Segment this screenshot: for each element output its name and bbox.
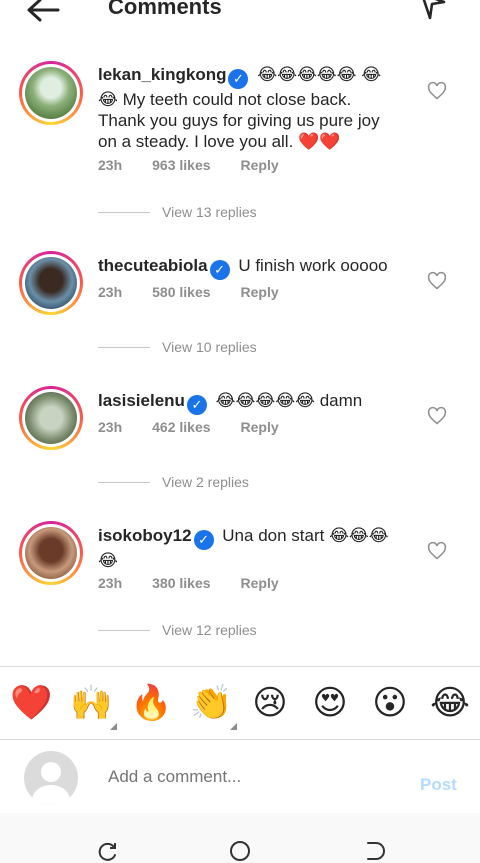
skin-tone-indicator-icon bbox=[110, 723, 117, 730]
verified-badge-icon: ✓ bbox=[193, 530, 214, 550]
default-user-icon bbox=[41, 762, 61, 782]
system-nav-bar bbox=[0, 813, 480, 863]
recent-apps-icon[interactable] bbox=[96, 839, 120, 863]
emoji-laughing-button[interactable]: 😂 bbox=[430, 683, 470, 723]
like-count[interactable]: 580 likes bbox=[152, 284, 210, 300]
divider bbox=[98, 211, 150, 213]
divider bbox=[98, 481, 150, 483]
reply-button[interactable]: Reply bbox=[241, 575, 279, 591]
comment-text: isokoboy12 ✓ Una don start 😂😂😂 😂 bbox=[98, 526, 389, 570]
comment-input[interactable] bbox=[108, 767, 398, 787]
comment-text: thecuteabiola ✓ U finish work ooooo bbox=[98, 255, 398, 280]
verified-badge-icon: ✓ bbox=[209, 260, 230, 280]
timestamp: 23h bbox=[98, 284, 123, 300]
comment-meta: 23h 462 likes Reply bbox=[98, 419, 279, 435]
quick-emoji-bar: ❤️ 🙌 🔥 👏 😢 😍 😮 😂 bbox=[0, 666, 480, 740]
back-arrow-icon[interactable] bbox=[24, 0, 60, 24]
view-replies-button[interactable]: View 10 replies bbox=[98, 339, 257, 355]
page-title: Comments bbox=[108, 0, 222, 19]
view-replies-button[interactable]: View 12 replies bbox=[98, 622, 257, 638]
emoji-surprised-button[interactable]: 😮 bbox=[370, 683, 410, 723]
avatar[interactable] bbox=[19, 386, 83, 450]
like-heart-icon[interactable] bbox=[427, 81, 447, 101]
divider bbox=[98, 629, 150, 631]
emoji-heart-button[interactable]: ❤️ bbox=[10, 683, 52, 723]
send-direct-icon[interactable] bbox=[418, 0, 448, 22]
timestamp: 23h bbox=[98, 419, 123, 435]
username[interactable]: thecuteabiola bbox=[98, 256, 208, 275]
emoji-heart-eyes-button[interactable]: 😍 bbox=[310, 683, 350, 723]
comment-meta: 23h 580 likes Reply bbox=[98, 284, 279, 300]
verified-badge-icon: ✓ bbox=[186, 395, 207, 415]
username[interactable]: lasisielenu bbox=[98, 391, 185, 410]
timestamp: 23h bbox=[98, 575, 123, 591]
top-bar: Comments bbox=[0, 0, 480, 28]
like-count[interactable]: 462 likes bbox=[152, 419, 210, 435]
view-replies-button[interactable]: View 2 replies bbox=[98, 474, 249, 490]
like-heart-icon[interactable] bbox=[427, 271, 447, 291]
reply-button[interactable]: Reply bbox=[241, 284, 279, 300]
view-replies-button[interactable]: View 13 replies bbox=[98, 204, 257, 220]
verified-badge-icon: ✓ bbox=[228, 69, 249, 89]
comment-meta: 23h 963 likes Reply bbox=[98, 157, 279, 173]
like-heart-icon[interactable] bbox=[427, 406, 447, 426]
my-avatar bbox=[24, 751, 78, 805]
avatar[interactable] bbox=[19, 61, 83, 125]
emoji-clap-button[interactable]: 👏 bbox=[190, 683, 232, 723]
username[interactable]: lekan_kingkong bbox=[98, 65, 226, 84]
emoji-raised-hands-button[interactable]: 🙌 bbox=[70, 683, 112, 723]
comment-composer: Post bbox=[0, 741, 480, 813]
home-icon[interactable] bbox=[228, 839, 252, 863]
comment-meta: 23h 380 likes Reply bbox=[98, 575, 279, 591]
emoji-fire-button[interactable]: 🔥 bbox=[130, 683, 172, 723]
post-button[interactable]: Post bbox=[420, 775, 457, 795]
emoji-crying-button[interactable]: 😢 bbox=[250, 683, 290, 723]
timestamp: 23h bbox=[98, 157, 123, 173]
comment-text: lasisielenu ✓ 😂😂😂😂😂 damn bbox=[98, 390, 398, 415]
back-nav-icon[interactable] bbox=[362, 839, 386, 863]
like-count[interactable]: 963 likes bbox=[152, 157, 210, 173]
skin-tone-indicator-icon bbox=[230, 723, 237, 730]
divider bbox=[98, 346, 150, 348]
reply-button[interactable]: Reply bbox=[241, 419, 279, 435]
like-count[interactable]: 380 likes bbox=[152, 575, 210, 591]
avatar[interactable] bbox=[19, 251, 83, 315]
comment-text: lekan_kingkong ✓ 😂😂😂😂😂 😂😂 My teeth could … bbox=[98, 65, 382, 151]
username[interactable]: isokoboy12 bbox=[98, 526, 192, 545]
reply-button[interactable]: Reply bbox=[241, 157, 279, 173]
like-heart-icon[interactable] bbox=[427, 541, 447, 561]
avatar[interactable] bbox=[19, 521, 83, 585]
